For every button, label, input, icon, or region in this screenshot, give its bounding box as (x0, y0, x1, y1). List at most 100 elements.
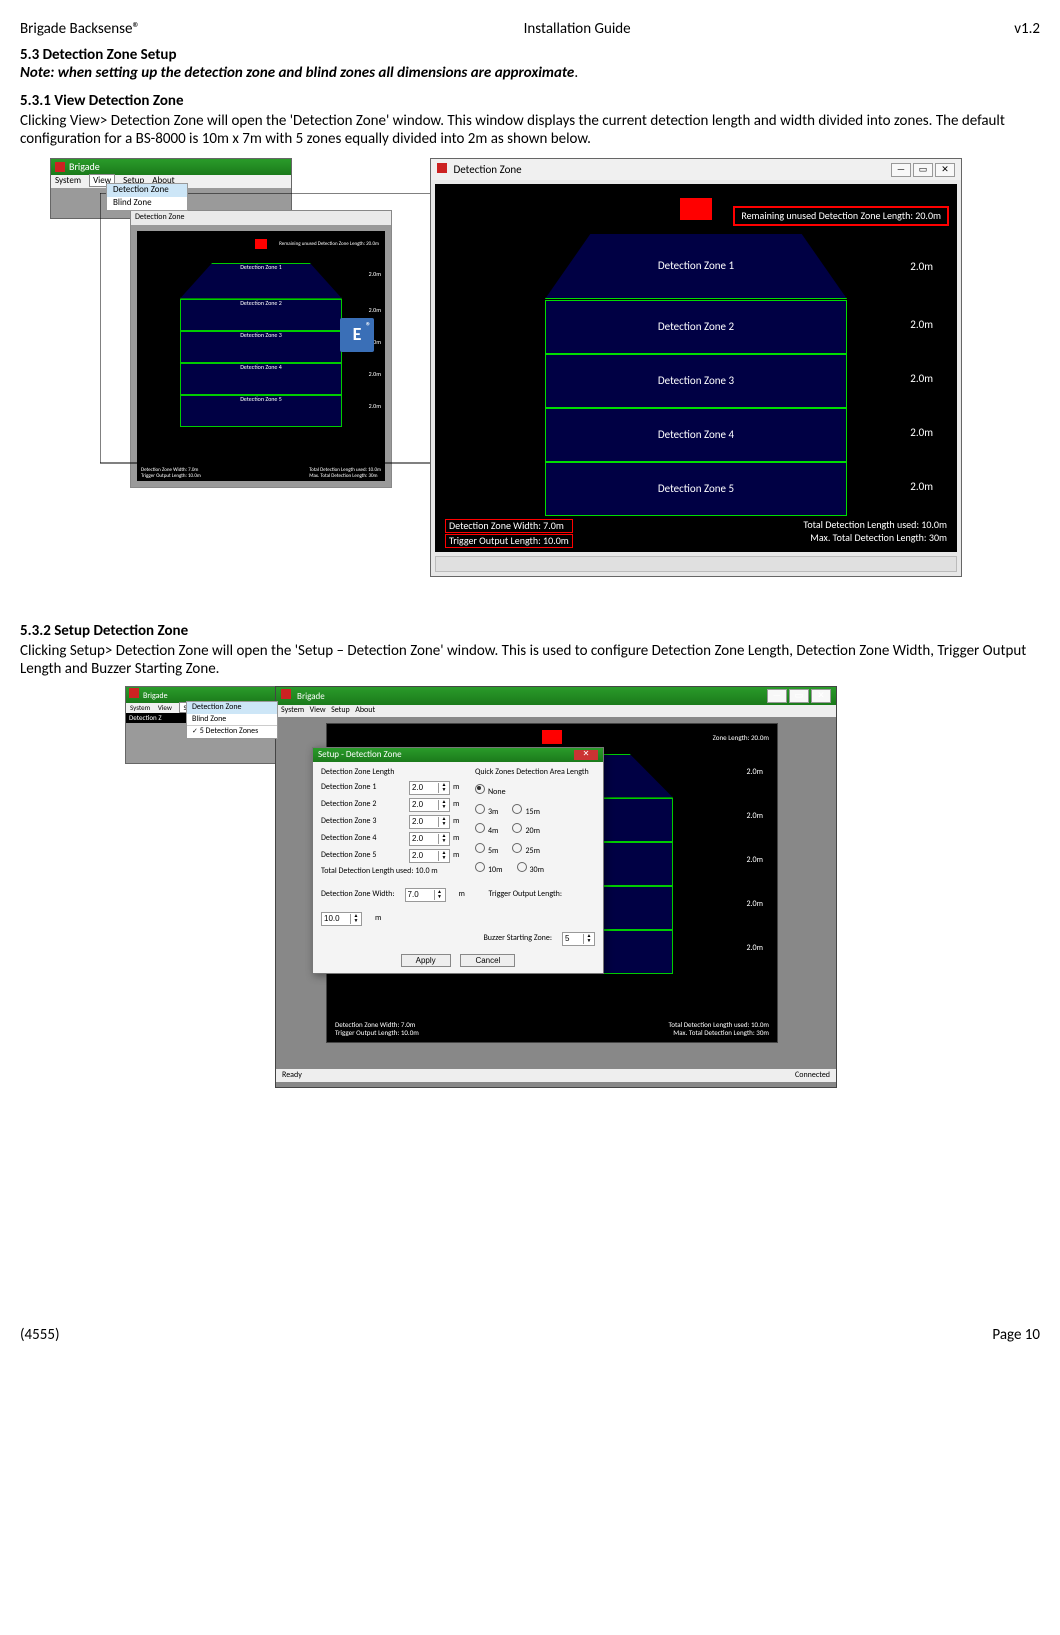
qz-5m-radio[interactable] (475, 843, 485, 853)
app-icon (129, 688, 139, 698)
dz4-input[interactable]: ▲▼ (409, 832, 450, 846)
qz-20m-radio[interactable] (512, 823, 522, 833)
setup-item-blind-zone[interactable]: Blind Zone (187, 714, 277, 726)
note-period: . (574, 64, 578, 82)
vis-len-1: 2.0m (746, 768, 763, 778)
horizontal-scrollbar[interactable] (435, 556, 957, 572)
dz-large-footer: Detection Zone Width: 7.0m Trigger Outpu… (445, 519, 947, 548)
e-icon-label: E (353, 324, 362, 346)
sec-5-3-1-body: Clicking View> Detection Zone will open … (20, 112, 1040, 148)
sec-5-3-title: 5.3 Detection Zone Setup (20, 46, 1040, 64)
zone-3: Detection Zone 3 (545, 354, 847, 408)
dz-large-canvas: Remaining unused Detection Zone Length: … (435, 184, 957, 552)
desktop-statusbar: Ready Connected (276, 1069, 836, 1083)
dz-title-icon (437, 163, 447, 173)
qz-30m-radio[interactable] (517, 862, 527, 872)
dz-width-input[interactable]: ▲▼ (405, 888, 446, 902)
qz-10m-radio[interactable] (475, 862, 485, 872)
dz-small-width: Detection Zone Width: 7.0m (141, 467, 201, 473)
desk-max-button[interactable]: ▭ (789, 689, 809, 703)
menu-system-2[interactable]: System (130, 703, 150, 712)
vis-len-5: 2.0m (746, 944, 763, 954)
trigger-length-input[interactable]: ▲▼ (321, 912, 362, 926)
dz-small-zone-1: Detection Zone 1 (180, 263, 342, 299)
zone-5: Detection Zone 5 (545, 462, 847, 516)
zone-4-len: 2.0m (910, 426, 933, 439)
dmenu-about[interactable]: About (355, 705, 375, 715)
dz-small-total: Total Detection Length used: 10.0m (309, 467, 381, 473)
setup-dropdown: Detection Zone Blind Zone ✓ 5 Detection … (186, 701, 278, 739)
dz-small-max: Max. Total Detection Length: 30m (309, 473, 381, 479)
brigade-desktop-window: Brigade —▭✕ System View Setup About ADE®… (275, 686, 837, 1088)
radar-icon (542, 730, 562, 744)
desktop-title: Brigade (297, 691, 325, 702)
zone-1: Detection Zone 1 (545, 234, 847, 299)
app-titlebar: Brigade (51, 159, 291, 175)
radar-icon (255, 239, 267, 249)
dz-small-footer: Detection Zone Width: 7.0m Trigger Outpu… (141, 467, 381, 479)
apply-button[interactable]: Apply (401, 954, 451, 967)
buzzer-zone-input[interactable]: ▲▼ (562, 932, 595, 946)
setup-detection-zone-dialog: Setup - Detection Zone ✕ Detection Zone … (312, 747, 604, 974)
setup-item-detection-zone[interactable]: Detection Zone (187, 702, 277, 714)
sec-5-3-2-body: Clicking Setup> Detection Zone will open… (20, 642, 1040, 678)
zone-1-len: 2.0m (910, 260, 933, 273)
vis-foot-max: Max. Total Detection Length: 30m (668, 1029, 769, 1037)
sec-5-3-2-title: 5.3.2 Setup Detection Zone (20, 622, 1040, 640)
desktop-titlebar: Brigade —▭✕ (276, 687, 836, 705)
vis-len-2: 2.0m (746, 812, 763, 822)
dmenu-setup[interactable]: Setup (331, 705, 350, 715)
qz-20m-label: 20m (525, 826, 540, 836)
qz-25m-label: 25m (525, 846, 540, 856)
menu-view-2[interactable]: View (158, 703, 172, 712)
dz-small-len-4: 2.0m (369, 371, 381, 378)
status-ready: Ready (282, 1071, 302, 1081)
desktop-menubar: System View Setup About (276, 705, 836, 717)
total-length-label: Total Detection Length used: 10.0 m (321, 867, 461, 877)
dz-small-canvas: Remaining unused Detection Zone Length: … (137, 231, 385, 481)
zone-3-len: 2.0m (910, 372, 933, 385)
cancel-button[interactable]: Cancel (460, 954, 515, 967)
dz1-input[interactable]: ▲▼ (409, 781, 450, 795)
zone-5-len: 2.0m (910, 480, 933, 493)
desk-min-button[interactable]: — (767, 689, 787, 703)
qz-25m-radio[interactable] (512, 843, 522, 853)
app-icon (55, 162, 65, 172)
dz-small-len-5: 2.0m (369, 403, 381, 410)
dz-visual-remaining: Zone Length: 20.0m (713, 734, 769, 742)
menu-system[interactable]: System (55, 175, 81, 186)
dialog-close-button[interactable]: ✕ (574, 750, 598, 761)
dz-small-zone-4: Detection Zone 4 (180, 363, 342, 395)
dz2-label: Detection Zone 2 (321, 800, 409, 810)
dz5-label: Detection Zone 5 (321, 851, 409, 861)
qz-none-radio[interactable] (475, 784, 485, 794)
menu-item-detection-zone[interactable]: Detection Zone (107, 184, 187, 197)
dmenu-system[interactable]: System (281, 705, 304, 715)
dz2-input[interactable]: ▲▼ (409, 798, 450, 812)
menu-item-blind-zone[interactable]: Blind Zone (107, 197, 187, 210)
desk-close-button[interactable]: ✕ (811, 689, 831, 703)
min-button[interactable]: — (891, 163, 911, 177)
qz-30m-label: 30m (530, 865, 545, 875)
figure-5-3-1: Brigade System View Setup About Detectio… (20, 158, 1040, 588)
close-button[interactable]: ✕ (935, 163, 955, 177)
header-left: Brigade Backsense® (20, 20, 140, 38)
qz-4m-radio[interactable] (475, 823, 485, 833)
dz3-input[interactable]: ▲▼ (409, 815, 450, 829)
dialog-title: Setup - Detection Zone (318, 750, 402, 761)
qz-15m-radio[interactable] (512, 804, 522, 814)
qz-5m-label: 5m (488, 846, 498, 856)
dz-small-len-2: 2.0m (369, 307, 381, 314)
sec-5-3-note: Note: when setting up the detection zone… (20, 64, 1040, 82)
buzzer-zone-label: Buzzer Starting Zone: (483, 934, 552, 944)
qz-3m-label: 3m (488, 807, 498, 817)
zone-2-len: 2.0m (910, 318, 933, 331)
radar-icon (680, 198, 712, 220)
dz5-input[interactable]: ▲▼ (409, 849, 450, 863)
max-button[interactable]: ▭ (913, 163, 933, 177)
qz-3m-radio[interactable] (475, 804, 485, 814)
page-header: Brigade Backsense® Installation Guide v1… (20, 20, 1040, 38)
setup-item-5-zones[interactable]: 5 Detection Zones (200, 726, 259, 736)
dz-small-zone-2: Detection Zone 2 (180, 299, 342, 331)
dmenu-view[interactable]: View (310, 705, 326, 715)
